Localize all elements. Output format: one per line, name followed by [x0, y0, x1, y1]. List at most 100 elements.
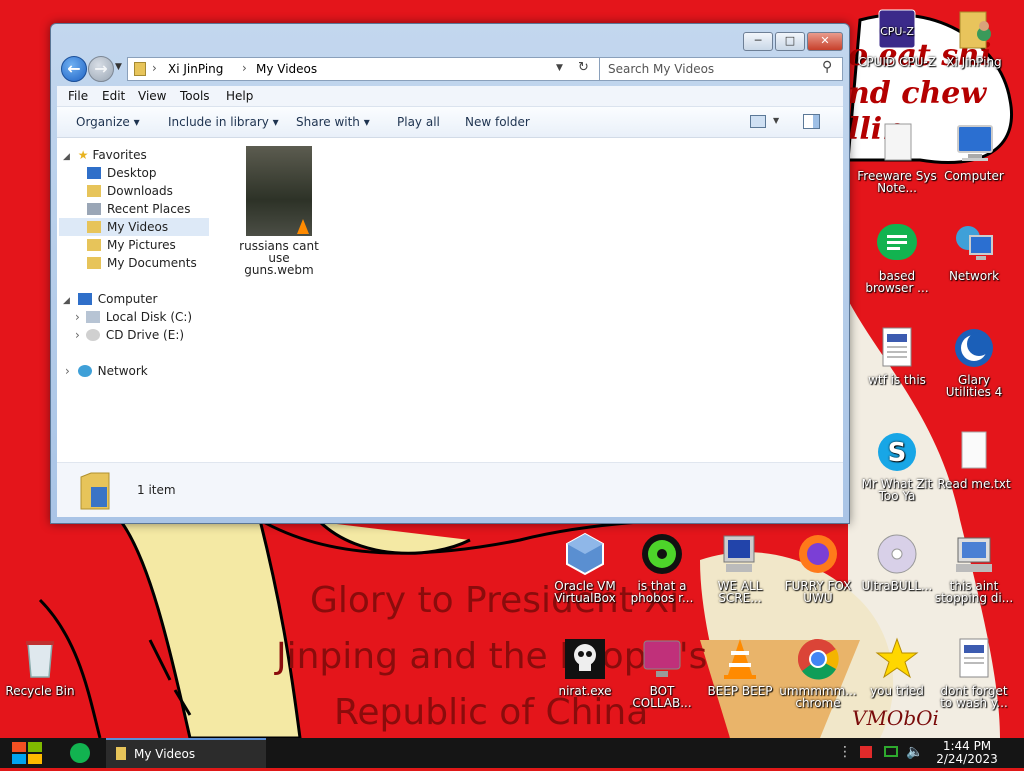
icq-icon [640, 532, 684, 576]
breadcrumb-xi-jinping[interactable]: Xi JinPing [168, 62, 223, 76]
maximize-button[interactable]: □ [775, 32, 805, 51]
vlc-icon [718, 637, 762, 681]
nav-downloads[interactable]: Downloads [87, 184, 173, 198]
desktop-icon-glary[interactable]: Glary Utilities 4 [934, 326, 1014, 398]
action-center-flag-icon[interactable] [860, 746, 872, 758]
disc-icon [875, 532, 919, 576]
desktop-icon-chrome[interactable]: ummmmm... chrome [778, 637, 858, 709]
desktop-icon-beep-beep[interactable]: BEEP BEEP [700, 637, 780, 697]
nav-recent-places[interactable]: Recent Places [87, 202, 190, 216]
view-options-icon[interactable] [750, 115, 766, 128]
desktop-icon-firefox[interactable]: FURRY FOX UWU [778, 532, 858, 604]
downloads-icon [87, 185, 101, 197]
menu-view[interactable]: View [138, 89, 166, 103]
menu-file[interactable]: File [68, 89, 88, 103]
share-with-button[interactable]: Share with ▾ [296, 115, 370, 129]
taskbar-item-my-videos[interactable]: My Videos [106, 738, 266, 768]
desktop-icon-based-browser[interactable]: based browser ... [857, 222, 937, 294]
based-browser-taskbar-icon[interactable] [70, 743, 90, 763]
expand-chevron-icon[interactable]: › [75, 328, 80, 342]
search-input[interactable]: Search My Videos ⚲ [599, 57, 843, 81]
network-status-icon[interactable] [884, 746, 898, 757]
start-button[interactable] [10, 738, 44, 768]
desktop-icon-nirat[interactable]: nirat.exe [545, 637, 625, 697]
desktop-icon-cpuz[interactable]: CPU-Z CPUID CPU-Z [857, 8, 937, 68]
desktop-icon-xi-jinping[interactable]: Xi JinPing [934, 8, 1014, 68]
desktop-icon-network[interactable]: Network [934, 222, 1014, 282]
desktop-icon-dont-forget[interactable]: dont forget to wash y... [934, 637, 1014, 709]
search-icon[interactable]: ⚲ [822, 59, 832, 75]
menu-edit[interactable]: Edit [102, 89, 125, 103]
desktop-icon-wtf[interactable]: wtf is this [857, 326, 937, 386]
recent-pages-chevron-icon[interactable]: ▼ [115, 62, 122, 72]
desktop-icon-you-tried[interactable]: you tried [857, 637, 937, 697]
desktop-icon-recycle-bin[interactable]: Recycle Bin [0, 637, 80, 697]
file-item[interactable]: russians cant use guns.webm [233, 146, 325, 276]
view-dropdown-icon[interactable]: ▼ [773, 116, 779, 125]
virtualbox-icon [563, 532, 607, 576]
forward-button[interactable]: → [88, 56, 114, 82]
menu-help[interactable]: Help [226, 89, 253, 103]
expand-chevron-icon[interactable]: › [75, 310, 80, 324]
menu-tools[interactable]: Tools [180, 89, 210, 103]
vlc-icon [297, 219, 309, 234]
play-all-button[interactable]: Play all [397, 115, 440, 129]
desktop-icon-ultrabull[interactable]: UltraBULL... [857, 532, 937, 592]
svg-text:CPU-Z: CPU-Z [880, 25, 914, 38]
close-button[interactable]: ✕ [807, 32, 843, 51]
refresh-icon[interactable]: ↻ [578, 60, 589, 75]
folder-icon [134, 62, 146, 76]
glary-icon [952, 326, 996, 370]
desktop-icon-phobos[interactable]: is that a phobos r... [622, 532, 702, 604]
details-pane: 1 item [57, 462, 843, 517]
nav-my-videos[interactable]: My Videos [87, 220, 168, 234]
desktop-icon-this-aint[interactable]: this aint stopping di... [934, 532, 1014, 604]
expand-chevron-icon[interactable]: › [65, 364, 70, 378]
desktop-icon-computer[interactable]: Computer [934, 122, 1014, 182]
nav-cd-drive[interactable]: › CD Drive (E:) [75, 328, 184, 342]
navigation-pane: ◢ ★ Favorites Desktop Downloads Recent Pl… [57, 138, 215, 462]
computer-node[interactable]: ◢ Computer [63, 292, 157, 306]
address-bar[interactable]: › Xi JinPing › My Videos ▼ ↻ [127, 57, 601, 81]
back-button[interactable]: ← [61, 56, 87, 82]
user-folder-icon [952, 8, 996, 52]
nav-desktop[interactable]: Desktop [87, 166, 157, 180]
minimize-button[interactable]: ─ [743, 32, 773, 51]
file-icon [875, 326, 919, 370]
preview-pane-icon[interactable] [803, 114, 820, 129]
favorites-node[interactable]: ◢ ★ Favorites [63, 148, 147, 162]
file-name: russians cant use guns.webm [239, 239, 319, 277]
address-dropdown-icon[interactable]: ▼ [556, 63, 563, 73]
breadcrumb-my-videos[interactable]: My Videos [256, 62, 317, 76]
desktop-icon-skype[interactable]: S Mr What Zit Too Ya [857, 430, 937, 502]
content-area: ◢ ★ Favorites Desktop Downloads Recent Pl… [57, 138, 843, 462]
desktop-icon-bot-collab[interactable]: BOT COLLAB... [622, 637, 702, 709]
volume-icon[interactable]: 🔈 [906, 744, 923, 760]
explorer-window[interactable]: ─ □ ✕ ← → ▼ › Xi JinPing › My Videos ▼ ↻… [50, 23, 850, 524]
drive-icon [85, 311, 100, 323]
desktop-icon-freeware[interactable]: Freeware Sys Note... [857, 122, 937, 194]
include-in-library-button[interactable]: Include in library ▾ [168, 115, 279, 129]
overflow-menu-icon[interactable]: ⋮ [838, 744, 852, 760]
menu-bar: File Edit View Tools Help [57, 86, 843, 107]
nav-local-disk[interactable]: › Local Disk (C:) [75, 310, 192, 324]
desktop-icon-readme[interactable]: Read me.txt [934, 430, 1014, 490]
nav-my-documents[interactable]: My Documents [87, 256, 197, 270]
clock[interactable]: 1:44 PM 2/24/2023 [932, 740, 1002, 766]
computer-icon [77, 293, 92, 305]
recent-places-icon [87, 203, 101, 215]
folder-icon [87, 239, 101, 251]
breadcrumb-separator-icon: › [242, 61, 247, 75]
new-folder-button[interactable]: New folder [465, 115, 530, 129]
desktop-icon-virtualbox[interactable]: Oracle VM VirtualBox [545, 532, 625, 604]
organize-button[interactable]: Organize ▾ [76, 115, 140, 129]
network-node[interactable]: › Network [65, 364, 148, 378]
nav-my-pictures[interactable]: My Pictures [87, 238, 176, 252]
firefox-icon [796, 532, 840, 576]
cd-drive-icon [85, 329, 100, 341]
wallpaper-line-3: Republic of China [334, 692, 649, 733]
wallpaper-red-line-2: nd chew [848, 76, 987, 111]
desktop-icon-we-all-scream[interactable]: WE ALL SCRE... [700, 532, 780, 604]
search-placeholder: Search My Videos [608, 62, 715, 76]
browser-icon [875, 222, 919, 266]
